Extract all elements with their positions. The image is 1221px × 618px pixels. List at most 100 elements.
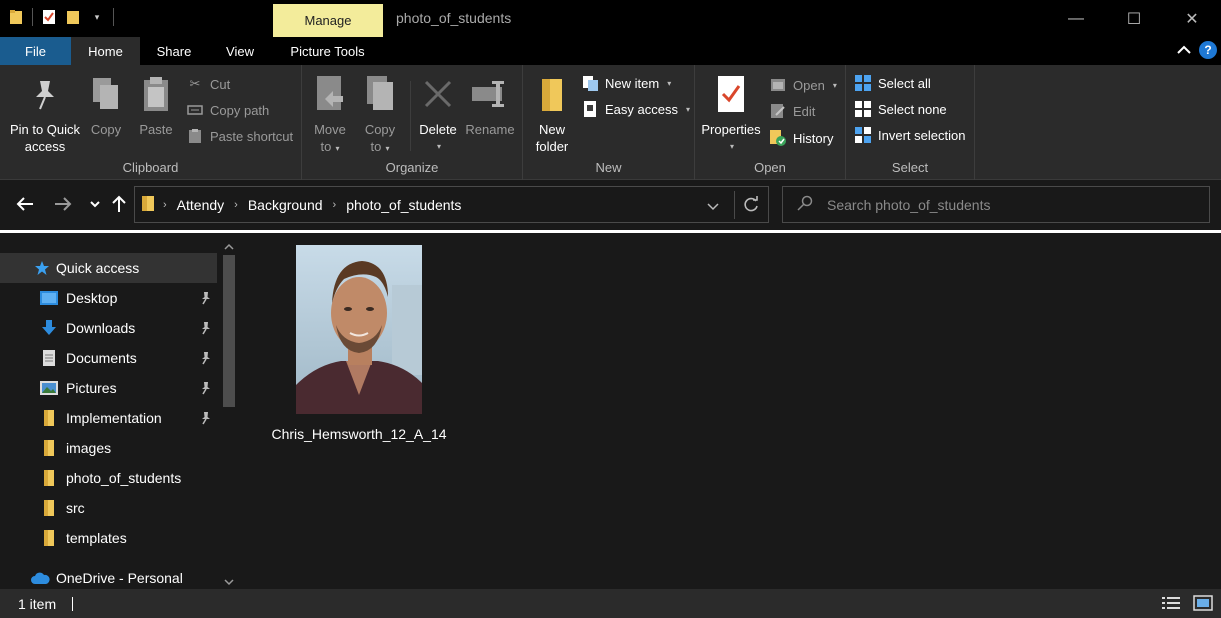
properties-button[interactable]: Properties ▾ bbox=[699, 71, 763, 155]
forward-arrow-icon[interactable] bbox=[52, 193, 74, 215]
properties-dropdown-icon[interactable]: ▾ bbox=[730, 138, 734, 155]
pin-label-line1: Pin to Quick bbox=[9, 122, 81, 137]
sidebar-item-quick-access[interactable]: Quick access bbox=[0, 253, 217, 283]
tab-home[interactable]: Home bbox=[71, 37, 140, 65]
sidebar-item-onedrive[interactable]: OneDrive - Personal bbox=[0, 563, 217, 589]
pictures-icon bbox=[40, 379, 58, 397]
up-arrow-icon[interactable] bbox=[108, 193, 130, 215]
tab-file[interactable]: File bbox=[0, 37, 71, 65]
paste-shortcut-button[interactable]: Paste shortcut bbox=[186, 125, 293, 147]
select-all-button[interactable]: Select all bbox=[854, 72, 931, 94]
minimize-button[interactable]: — bbox=[1047, 0, 1105, 37]
delete-dropdown-icon[interactable]: ▾ bbox=[437, 138, 441, 155]
scroll-up-icon[interactable] bbox=[224, 239, 234, 254]
navigation-bar: › Attendy › Background › photo_of_studen… bbox=[0, 181, 1221, 228]
new-item-icon bbox=[581, 74, 599, 92]
tab-share[interactable]: Share bbox=[140, 37, 208, 65]
item-count: 1 item bbox=[18, 595, 57, 612]
search-input[interactable]: Search photo_of_students bbox=[782, 186, 1210, 223]
scrollbar-thumb[interactable] bbox=[223, 255, 235, 407]
pin-icon[interactable] bbox=[199, 351, 213, 365]
large-icons-view-icon[interactable] bbox=[1193, 595, 1213, 614]
chevron-down-icon: ▾ bbox=[667, 78, 672, 88]
close-button[interactable]: ✕ bbox=[1163, 0, 1221, 37]
invert-selection-button[interactable]: Invert selection bbox=[854, 124, 965, 146]
file-item[interactable]: Chris_Hemsworth_12_A_14 bbox=[269, 245, 449, 442]
sidebar-item-pictures[interactable]: Pictures bbox=[0, 373, 217, 403]
breadcrumb-chevron-icon[interactable]: › bbox=[234, 199, 238, 211]
select-none-label: Select none bbox=[878, 101, 947, 117]
breadcrumb-chevron-icon[interactable]: › bbox=[333, 199, 337, 211]
folder-icon bbox=[40, 529, 58, 547]
rename-button[interactable]: Rename bbox=[464, 71, 516, 138]
help-icon[interactable]: ? bbox=[1199, 41, 1217, 59]
open-icon bbox=[769, 76, 787, 94]
tab-view[interactable]: View bbox=[208, 37, 272, 65]
ribbon-tabs: File Home Share View Picture Tools ? bbox=[0, 37, 1221, 65]
address-bar[interactable]: › Attendy › Background › photo_of_studen… bbox=[134, 186, 769, 223]
recent-locations-chevron-icon[interactable] bbox=[84, 193, 106, 215]
sidebar-item-photo-of-students[interactable]: photo_of_students bbox=[0, 463, 217, 493]
maximize-button[interactable]: ☐ bbox=[1105, 0, 1163, 37]
sidebar-item-src[interactable]: src bbox=[0, 493, 217, 523]
image-thumbnail[interactable] bbox=[296, 245, 422, 414]
pin-icon[interactable] bbox=[199, 411, 213, 425]
sidebar-item-documents[interactable]: Documents bbox=[0, 343, 217, 373]
sidebar-item-label: OneDrive - Personal bbox=[56, 570, 183, 586]
new-folder-icon[interactable] bbox=[65, 8, 81, 26]
pin-icon[interactable] bbox=[199, 321, 213, 335]
downloads-icon bbox=[40, 319, 58, 337]
navigation-pane: Quick access Desktop Downloads Documents… bbox=[0, 233, 241, 589]
copy-path-button[interactable]: Copy path bbox=[186, 99, 269, 121]
back-arrow-icon[interactable] bbox=[14, 193, 36, 215]
select-none-button[interactable]: Select none bbox=[854, 98, 947, 120]
edit-button[interactable]: Edit bbox=[769, 100, 815, 122]
customize-toolbar-icon[interactable]: ▾ bbox=[89, 8, 105, 26]
sidebar-item-images[interactable]: images bbox=[0, 433, 217, 463]
sidebar-item-templates[interactable]: templates bbox=[0, 523, 217, 553]
copy-to-button[interactable]: Copy to ▾ bbox=[360, 71, 400, 157]
delete-button[interactable]: Delete ▾ bbox=[416, 71, 460, 155]
file-name[interactable]: Chris_Hemsworth_12_A_14 bbox=[271, 426, 446, 442]
title-bar: ▾ Manage photo_of_students — ☐ ✕ bbox=[0, 0, 1221, 37]
navigation-pane-scrollbar[interactable] bbox=[219, 233, 239, 589]
history-icon bbox=[769, 129, 787, 147]
divider bbox=[113, 8, 114, 26]
breadcrumb-photo-of-students[interactable]: photo_of_students bbox=[346, 197, 461, 213]
edit-pencil-icon bbox=[769, 102, 787, 120]
sidebar-item-label: Pictures bbox=[66, 380, 117, 396]
pin-icon[interactable] bbox=[199, 381, 213, 395]
cut-button[interactable]: ✂ Cut bbox=[186, 73, 231, 95]
pin-icon[interactable] bbox=[199, 291, 213, 305]
refresh-icon[interactable] bbox=[742, 196, 760, 217]
chevron-down-icon: ▾ bbox=[832, 80, 837, 90]
sidebar-item-desktop[interactable]: Desktop bbox=[0, 283, 217, 313]
window-title: photo_of_students bbox=[396, 10, 512, 26]
new-item-button[interactable]: New item ▾ bbox=[581, 72, 671, 94]
folder-icon bbox=[40, 409, 58, 427]
copy-button[interactable]: Copy bbox=[88, 71, 124, 138]
paste-button[interactable]: Paste bbox=[138, 71, 174, 138]
open-button[interactable]: Open ▾ bbox=[769, 74, 837, 96]
breadcrumb-attendy[interactable]: Attendy bbox=[177, 197, 224, 213]
move-to-button[interactable]: Move to ▾ bbox=[310, 71, 350, 157]
history-button[interactable]: History bbox=[769, 127, 833, 149]
new-folder-button[interactable]: New folder bbox=[531, 71, 573, 155]
sidebar-item-implementation[interactable]: Implementation bbox=[0, 403, 217, 433]
scroll-down-icon[interactable] bbox=[224, 574, 234, 589]
folder-icon bbox=[141, 194, 155, 215]
details-view-icon[interactable] bbox=[1161, 595, 1181, 614]
address-history-chevron-icon[interactable] bbox=[707, 199, 719, 214]
collapse-ribbon-icon[interactable] bbox=[1177, 43, 1191, 58]
tab-picture-tools[interactable]: Picture Tools bbox=[272, 37, 383, 65]
pin-to-quick-access-button[interactable]: Pin to Quick access bbox=[6, 71, 84, 155]
easy-access-button[interactable]: Easy access ▾ bbox=[581, 98, 690, 120]
select-none-icon bbox=[854, 100, 872, 118]
organize-group-label: Organize bbox=[385, 160, 439, 175]
sidebar-item-downloads[interactable]: Downloads bbox=[0, 313, 217, 343]
breadcrumb-chevron-icon[interactable]: › bbox=[163, 199, 167, 211]
properties-icon[interactable] bbox=[41, 8, 57, 26]
breadcrumb-background[interactable]: Background bbox=[248, 197, 323, 213]
tab-manage[interactable]: Manage bbox=[273, 4, 383, 37]
sidebar-item-label: templates bbox=[66, 530, 127, 546]
